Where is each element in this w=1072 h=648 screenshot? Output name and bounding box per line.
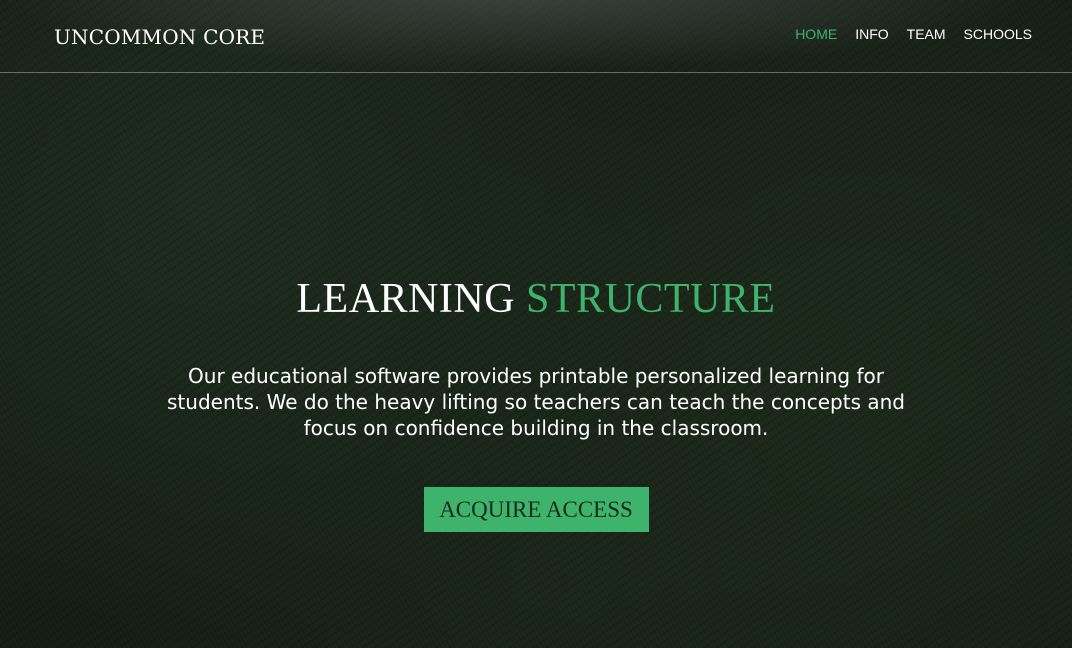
main-nav: HOME INFO TEAM SCHOOLS [795, 26, 1032, 42]
nav-item-info[interactable]: INFO [855, 26, 888, 42]
site-header: UNCOMMON CORE HOME INFO TEAM SCHOOLS [0, 0, 1072, 73]
headline-part-2: STRUCTURE [526, 276, 776, 322]
brand-logo[interactable]: UNCOMMON CORE [54, 25, 265, 49]
hero-subtitle: Our educational software provides printa… [167, 364, 905, 440]
hero-section: LEARNING STRUCTURE Our educational softw… [0, 275, 1072, 532]
nav-item-schools[interactable]: SCHOOLS [964, 26, 1032, 42]
hero-headline: LEARNING STRUCTURE [0, 275, 1072, 323]
nav-item-team[interactable]: TEAM [907, 26, 946, 42]
nav-item-home[interactable]: HOME [795, 26, 837, 42]
acquire-access-button[interactable]: ACQUIRE ACCESS [423, 487, 649, 532]
headline-part-1: LEARNING [296, 276, 516, 322]
